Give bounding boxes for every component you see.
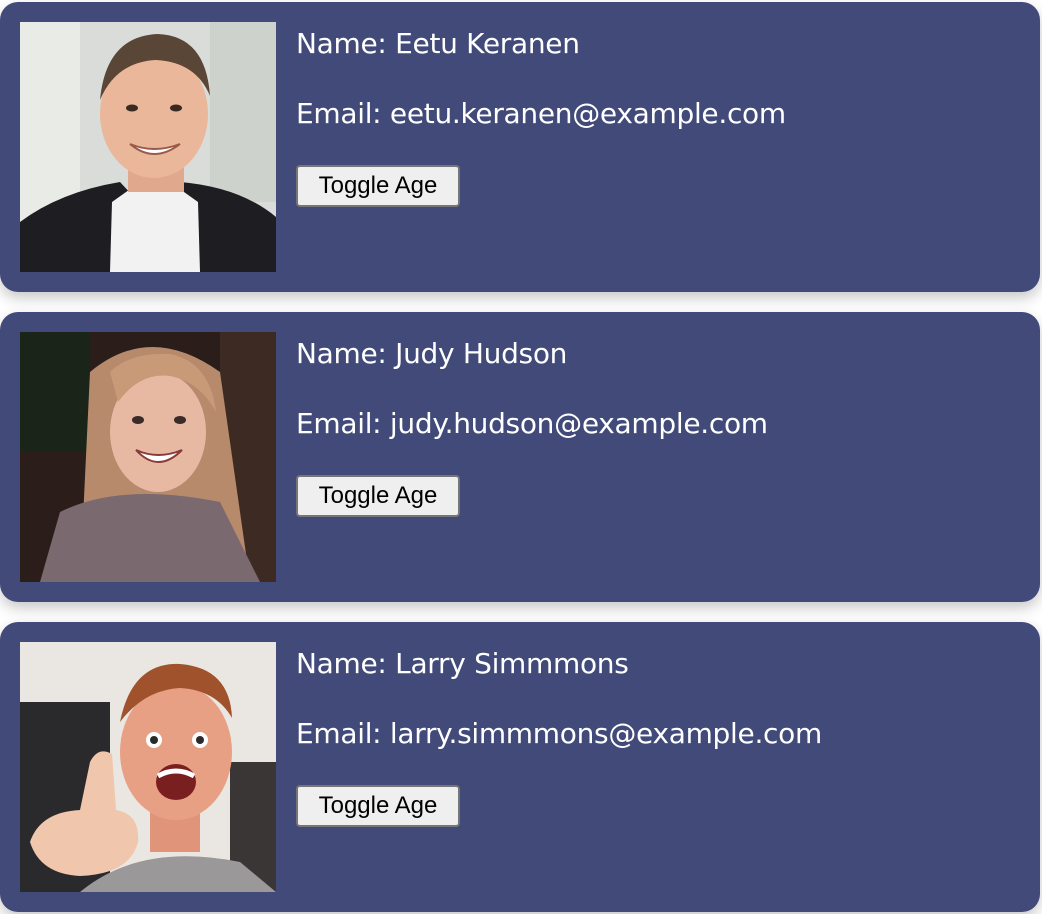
- user-card: Name: Judy Hudson Email: judy.hudson@exa…: [0, 312, 1040, 602]
- user-name: Name: Eetu Keranen: [296, 27, 580, 60]
- user-name: Name: Larry Simmmons: [296, 647, 629, 680]
- toggle-age-button[interactable]: Toggle Age: [296, 475, 460, 517]
- user-photo-image: [20, 332, 276, 582]
- toggle-age-button[interactable]: Toggle Age: [296, 785, 460, 827]
- user-card: Name: Eetu Keranen Email: eetu.keranen@e…: [0, 2, 1040, 292]
- user-email: Email: judy.hudson@example.com: [296, 407, 768, 440]
- user-info: Name: Eetu Keranen Email: eetu.keranen@e…: [296, 24, 1020, 134]
- user-email: Email: eetu.keranen@example.com: [296, 97, 786, 130]
- user-card: Name: Larry Simmmons Email: larry.simmmo…: [0, 622, 1040, 912]
- user-photo-image: [20, 22, 276, 272]
- user-photo-image: [20, 642, 276, 892]
- user-photo: [20, 332, 276, 582]
- user-photo: [20, 22, 276, 272]
- toggle-age-button[interactable]: Toggle Age: [296, 165, 460, 207]
- user-photo: [20, 642, 276, 892]
- user-name: Name: Judy Hudson: [296, 337, 568, 370]
- user-email: Email: larry.simmmons@example.com: [296, 717, 822, 750]
- user-info: Name: Judy Hudson Email: judy.hudson@exa…: [296, 334, 1020, 444]
- user-info: Name: Larry Simmmons Email: larry.simmmo…: [296, 644, 1020, 754]
